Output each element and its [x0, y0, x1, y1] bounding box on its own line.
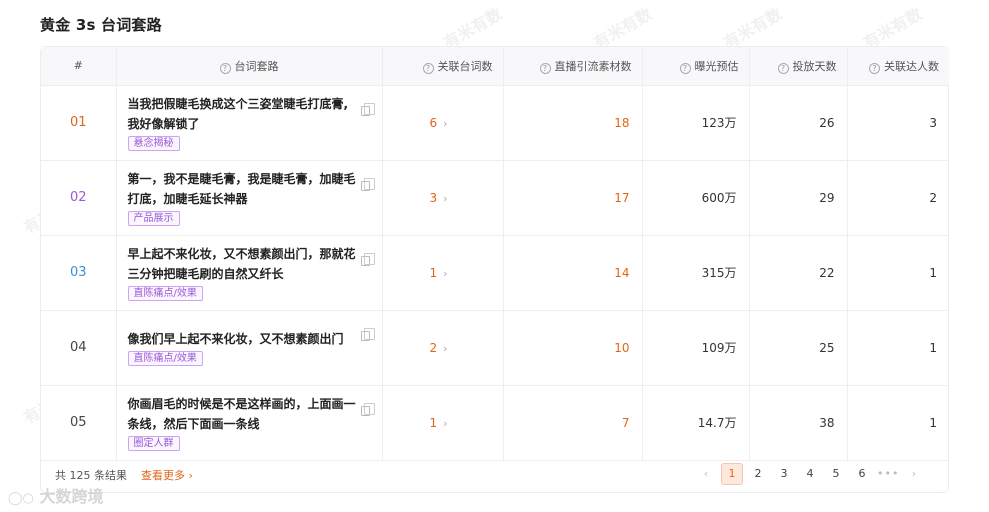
chevron-right-icon: ›: [443, 416, 448, 430]
table-header-row: # ? 台词套路 ? 关联台词数 ? 直播引流素材数 ? 曝光预估 ? 投放天数 ? 关联达…: [41, 47, 949, 86]
materials-cell: 7: [503, 385, 643, 461]
creators-cell: 3: [847, 85, 949, 161]
creators-cell: 1: [847, 385, 949, 461]
linked-words-cell[interactable]: 1 ›: [382, 385, 504, 461]
row-index: 05: [41, 385, 117, 461]
table-row: 02 第一，我不是睫毛膏，我是睫毛膏，加睫毛打底，加睫毛延长神器 产品展示 3 ›…: [41, 160, 949, 236]
table-row: 04 像我们早上起不来化妆，又不想素颜出门 直陈痛点/效果 2 › 10 109万…: [41, 310, 949, 386]
help-icon[interactable]: ?: [219, 62, 231, 74]
copy-icon[interactable]: [360, 402, 375, 416]
more-pages-ellipsis[interactable]: •••: [877, 463, 899, 485]
exposure-cell: 14.7万: [642, 385, 750, 461]
help-icon[interactable]: ?: [869, 62, 880, 74]
days-cell: 25: [749, 310, 848, 386]
col-header-script[interactable]: ? 台词套路: [116, 47, 383, 86]
script-cell: 早上起不来化妆，又不想素颜出门，那就花三分钟把睫毛刷的自然又纤长 直陈痛点/效果: [116, 235, 383, 311]
watermark-logo-icon: ◯○: [8, 491, 34, 506]
table-footer: 共 125 条结果 查看更多 › ‹ 1 2 3 4 5 6 ••• ›: [41, 455, 949, 493]
help-icon[interactable]: ?: [539, 62, 551, 74]
copy-icon[interactable]: [360, 102, 375, 116]
script-tag: 悬念揭秘: [127, 136, 180, 151]
table-row: 01 当我把假睫毛换成这个三姿堂睫毛打底膏,我好像解锁了 悬念揭秘 6 › 18 …: [41, 85, 949, 161]
pagination: ‹ 1 2 3 4 5 6 ••• ›: [691, 463, 925, 485]
col-header-creators[interactable]: ? 关联达人数: [847, 47, 949, 86]
brand-watermark: ◯○ 大数跨境: [8, 487, 104, 506]
col-header-index: #: [41, 47, 117, 86]
page-button[interactable]: 4: [799, 463, 821, 485]
chevron-right-icon: ›: [188, 469, 193, 482]
help-icon[interactable]: ?: [777, 62, 789, 74]
row-index: 04: [41, 310, 117, 386]
row-index: 02: [41, 160, 117, 236]
exposure-cell: 600万: [642, 160, 750, 236]
copy-icon[interactable]: [360, 252, 375, 266]
creators-cell: 1: [847, 235, 949, 311]
creators-cell: 2: [847, 160, 949, 236]
row-index: 01: [41, 85, 117, 161]
next-page-button[interactable]: ›: [903, 463, 925, 485]
page-button[interactable]: 1: [721, 463, 743, 485]
prev-page-button[interactable]: ‹: [695, 463, 717, 485]
page-button[interactable]: 3: [773, 463, 795, 485]
table-row: 05 你画眉毛的时候是不是这样画的，上面画一条线，然后下面画一条线 圈定人群 1…: [41, 385, 949, 461]
script-text: 当我把假睫毛换成这个三姿堂睫毛打底膏,我好像解锁了: [127, 97, 349, 131]
chevron-right-icon: ›: [443, 191, 448, 205]
linked-words-cell[interactable]: 3 ›: [382, 160, 504, 236]
total-count: 共 125 条结果: [55, 469, 127, 482]
materials-cell: 18: [503, 85, 643, 161]
creators-cell: 1: [847, 310, 949, 386]
page-button[interactable]: 5: [825, 463, 847, 485]
script-text: 早上起不来化妆，又不想素颜出门，那就花三分钟把睫毛刷的自然又纤长: [127, 247, 356, 281]
materials-cell: 14: [503, 235, 643, 311]
exposure-cell: 123万: [642, 85, 750, 161]
view-more-link[interactable]: 查看更多 ›: [141, 467, 193, 483]
script-text: 像我们早上起不来化妆，又不想素颜出门: [127, 332, 344, 346]
script-tag: 直陈痛点/效果: [127, 286, 203, 301]
script-text: 你画眉毛的时候是不是这样画的，上面画一条线，然后下面画一条线: [127, 397, 356, 431]
days-cell: 38: [749, 385, 848, 461]
script-text: 第一，我不是睫毛膏，我是睫毛膏，加睫毛打底，加睫毛延长神器: [127, 172, 356, 206]
days-cell: 29: [749, 160, 848, 236]
page-button[interactable]: 6: [851, 463, 873, 485]
help-icon[interactable]: ?: [422, 62, 434, 74]
days-cell: 22: [749, 235, 848, 311]
col-header-exposure[interactable]: ? 曝光预估: [642, 47, 750, 86]
chevron-right-icon: ›: [443, 266, 448, 280]
exposure-cell: 315万: [642, 235, 750, 311]
linked-words-cell[interactable]: 6 ›: [382, 85, 504, 161]
script-tag: 直陈痛点/效果: [127, 351, 203, 366]
script-table-card: # ? 台词套路 ? 关联台词数 ? 直播引流素材数 ? 曝光预估 ? 投放天数 ? 关联达…: [40, 46, 949, 493]
linked-words-cell[interactable]: 2 ›: [382, 310, 504, 386]
script-cell: 第一，我不是睫毛膏，我是睫毛膏，加睫毛打底，加睫毛延长神器 产品展示: [116, 160, 383, 236]
row-index: 03: [41, 235, 117, 311]
days-cell: 26: [749, 85, 848, 161]
materials-cell: 17: [503, 160, 643, 236]
chevron-right-icon: ›: [443, 341, 448, 355]
chevron-right-icon: ›: [443, 116, 448, 130]
script-tag: 圈定人群: [127, 436, 180, 451]
help-icon[interactable]: ?: [679, 62, 691, 74]
table-row: 03 早上起不来化妆，又不想素颜出门，那就花三分钟把睫毛刷的自然又纤长 直陈痛点…: [41, 235, 949, 311]
materials-cell: 10: [503, 310, 643, 386]
copy-icon[interactable]: [360, 327, 375, 341]
col-header-live-materials[interactable]: ? 直播引流素材数: [503, 47, 643, 86]
copy-icon[interactable]: [360, 177, 375, 191]
script-cell: 当我把假睫毛换成这个三姿堂睫毛打底膏,我好像解锁了 悬念揭秘: [116, 85, 383, 161]
script-tag: 产品展示: [127, 211, 180, 226]
script-table: # ? 台词套路 ? 关联台词数 ? 直播引流素材数 ? 曝光预估 ? 投放天数 ? 关联达…: [41, 47, 949, 461]
col-header-days[interactable]: ? 投放天数: [749, 47, 848, 86]
page-button[interactable]: 2: [747, 463, 769, 485]
script-cell: 你画眉毛的时候是不是这样画的，上面画一条线，然后下面画一条线 圈定人群: [116, 385, 383, 461]
script-cell: 像我们早上起不来化妆，又不想素颜出门 直陈痛点/效果: [116, 310, 383, 386]
exposure-cell: 109万: [642, 310, 750, 386]
col-header-linked-words[interactable]: ? 关联台词数: [382, 47, 504, 86]
linked-words-cell[interactable]: 1 ›: [382, 235, 504, 311]
page-title: 黄金 3s 台词套路: [40, 16, 162, 34]
